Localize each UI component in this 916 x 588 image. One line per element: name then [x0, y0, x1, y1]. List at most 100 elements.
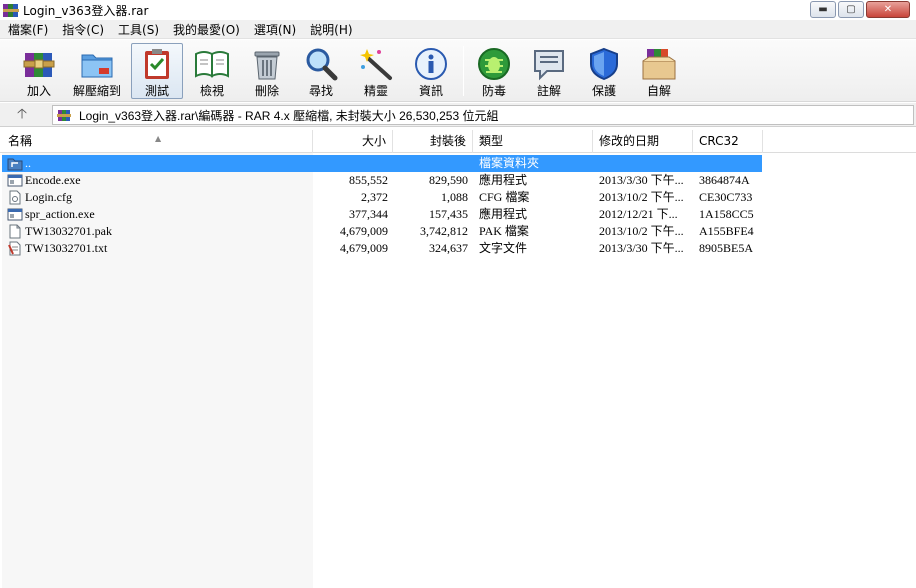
- antivirus-bug-icon: [476, 46, 512, 81]
- test-clipboard-icon: [139, 47, 175, 81]
- file-name: spr_action.exe: [25, 207, 95, 221]
- menu-help[interactable]: 說明(H): [302, 21, 358, 38]
- table-row[interactable]: Encode.exe 855,552 829,590 應用程式 2013/3/3…: [2, 172, 762, 189]
- file-size: [313, 155, 388, 172]
- wizard-button[interactable]: 精靈: [351, 43, 401, 99]
- view-button-label: 檢視: [199, 84, 224, 98]
- file-type: CFG 檔案: [479, 190, 530, 204]
- file-type: 應用程式: [479, 207, 528, 221]
- txt-file-icon: [7, 241, 23, 256]
- address-bar: 🡡 Login_v363登入器.rar\編碼器 - RAR 4.x 壓縮檔, 未…: [0, 103, 916, 127]
- address-path-field[interactable]: Login_v363登入器.rar\編碼器 - RAR 4.x 壓縮檔, 未封裝…: [52, 105, 914, 125]
- menu-tools[interactable]: 工具(S): [110, 21, 165, 38]
- add-button-label: 加入: [26, 84, 51, 98]
- delete-button-label: 刪除: [254, 84, 279, 98]
- test-button[interactable]: 測試: [131, 43, 183, 99]
- file-crc: CE30C733: [699, 190, 753, 204]
- toolbar: 加入 解壓縮到 測試 檢視 刪除 尋找 精靈 資訊 防毒 註解 保護 自解: [0, 40, 916, 102]
- file-size: 4,679,009: [340, 224, 388, 238]
- sfx-button[interactable]: 自解: [634, 43, 684, 99]
- file-packed-size: 829,590: [429, 173, 468, 187]
- column-header-size[interactable]: 大小: [313, 130, 393, 153]
- folder-up-icon: [7, 156, 23, 171]
- file-modified: 2013/3/30 下午...: [599, 173, 684, 187]
- archive-icon: [57, 108, 73, 122]
- table-row[interactable]: spr_action.exe 377,344 157,435 應用程式 2012…: [2, 206, 762, 223]
- file-name: ..: [25, 156, 31, 170]
- sort-ascending-icon: ▲: [155, 134, 162, 143]
- add-button[interactable]: 加入: [14, 43, 64, 99]
- add-archive-icon: [21, 46, 57, 81]
- minimize-button[interactable]: ▬: [810, 1, 836, 18]
- file-crc: A155BFE4: [699, 224, 754, 238]
- virus-scan-button[interactable]: 防毒: [469, 43, 519, 99]
- arrow-up-icon: 🡡: [16, 105, 28, 122]
- column-header-type[interactable]: 類型: [473, 130, 593, 153]
- file-size: 855,552: [349, 173, 388, 187]
- file-type: 檔案資料夾: [479, 156, 540, 170]
- delete-button[interactable]: 刪除: [242, 43, 292, 99]
- magnifier-icon: [303, 46, 339, 81]
- find-button[interactable]: 尋找: [296, 43, 346, 99]
- info-icon: [413, 46, 449, 81]
- file-crc: [699, 155, 762, 172]
- wizard-wand-icon: [358, 46, 394, 81]
- file-packed-size: 324,637: [429, 241, 468, 255]
- pak-file-icon: [7, 224, 23, 239]
- shield-icon: [586, 46, 622, 81]
- file-packed-size: [393, 155, 468, 172]
- table-row[interactable]: Login.cfg 2,372 1,088 CFG 檔案 2013/10/2 下…: [2, 189, 762, 206]
- file-type: PAK 檔案: [479, 224, 529, 238]
- file-name: TW13032701.pak: [25, 224, 112, 238]
- find-button-label: 尋找: [308, 84, 333, 98]
- extract-folder-icon: [79, 46, 115, 81]
- title-bar: Login_v363登入器.rar ▬ ▢ ✕: [0, 0, 916, 20]
- menu-favorites[interactable]: 我的最愛(O): [165, 21, 246, 38]
- file-name: TW13032701.txt: [25, 241, 108, 255]
- cfg-file-icon: [7, 190, 23, 205]
- column-header-bar: 名稱 ▲ 大小 封裝後 類型 修改的日期 CRC32: [0, 130, 916, 153]
- close-button[interactable]: ✕: [866, 1, 910, 18]
- table-row[interactable]: TW13032701.pak 4,679,009 3,742,812 PAK 檔…: [2, 223, 762, 240]
- table-row[interactable]: TW13032701.txt 4,679,009 324,637 文字文件 20…: [2, 240, 762, 257]
- menu-file[interactable]: 檔案(F): [0, 21, 54, 38]
- comment-icon: [531, 46, 567, 81]
- file-type: 文字文件: [479, 241, 528, 255]
- up-level-button[interactable]: 🡡: [8, 104, 36, 126]
- view-button[interactable]: 檢視: [187, 43, 237, 99]
- column-header-name[interactable]: 名稱 ▲: [2, 130, 313, 153]
- wizard-button-label: 精靈: [363, 84, 388, 98]
- column-header-crc32[interactable]: CRC32: [693, 130, 763, 153]
- file-packed-size: 1,088: [441, 190, 468, 204]
- maximize-button[interactable]: ▢: [838, 1, 864, 18]
- file-packed-size: 3,742,812: [420, 224, 468, 238]
- file-list: 名稱 ▲ 大小 封裝後 類型 修改的日期 CRC32 .. 檔案資料夾 Enco…: [0, 130, 916, 588]
- protect-button[interactable]: 保護: [579, 43, 629, 99]
- sfx-box-icon: [641, 46, 677, 81]
- info-button[interactable]: 資訊: [406, 43, 456, 99]
- info-button-label: 資訊: [418, 84, 443, 98]
- column-header-packed[interactable]: 封裝後: [393, 130, 473, 153]
- extract-to-button[interactable]: 解壓縮到: [68, 43, 126, 99]
- exe-icon: [7, 207, 23, 222]
- file-modified: 2013/10/2 下午...: [599, 224, 684, 238]
- address-path-text: Login_v363登入器.rar\編碼器 - RAR 4.x 壓縮檔, 未封裝…: [79, 108, 499, 123]
- file-name: Encode.exe: [25, 173, 81, 187]
- protect-button-label: 保護: [591, 84, 616, 98]
- column-header-name-label: 名稱: [8, 134, 33, 148]
- file-crc: 8905BE5A: [699, 241, 753, 255]
- file-crc: 3864874A: [699, 173, 750, 187]
- file-size: 4,679,009: [340, 241, 388, 255]
- toolbar-separator: [463, 46, 464, 96]
- window-title: Login_v363登入器.rar: [23, 3, 149, 18]
- column-header-modified[interactable]: 修改的日期: [593, 130, 693, 153]
- winrar-app-icon: [3, 2, 19, 18]
- menu-commands[interactable]: 指令(C): [54, 21, 110, 38]
- comment-button-label: 註解: [536, 84, 561, 98]
- table-row[interactable]: .. 檔案資料夾: [2, 155, 762, 172]
- sfx-button-label: 自解: [646, 84, 671, 98]
- comment-button[interactable]: 註解: [524, 43, 574, 99]
- test-button-label: 測試: [144, 84, 169, 98]
- menu-options[interactable]: 選項(N): [246, 21, 302, 38]
- file-crc: 1A158CC5: [699, 207, 754, 221]
